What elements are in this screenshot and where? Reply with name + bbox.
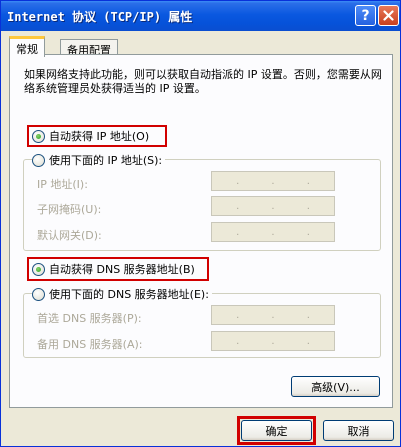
ok-button[interactable]: 确定 — [241, 420, 312, 441]
close-icon — [383, 10, 394, 21]
help-button[interactable]: ? — [355, 5, 376, 26]
radio-manual-ip[interactable]: 使用下面的 IP 地址(S): — [32, 152, 166, 168]
radio-auto-ip-label: 自动获得 IP 地址(O) — [49, 130, 150, 143]
title-bar[interactable]: Internet 协议 (TCP/IP) 属性 ? — [1, 1, 400, 31]
radio-auto-dns[interactable]: 自动获得 DNS 服务器地址(B) — [32, 261, 195, 277]
alternate-dns-label: 备用 DNS 服务器(A): — [37, 338, 143, 351]
radio-auto-ip-indicator[interactable] — [32, 129, 45, 143]
radio-auto-ip[interactable]: 自动获得 IP 地址(O) — [32, 128, 149, 144]
default-gateway-input[interactable]: ... — [211, 222, 335, 242]
tcpip-properties-dialog: Internet 协议 (TCP/IP) 属性 ? 常规 备用配置 如果网络支持… — [0, 0, 401, 447]
general-tab-panel: 如果网络支持此功能，则可以获取自动指派的 IP 设置。否则，您需要从网络系统管理… — [9, 54, 393, 408]
ip-address-input[interactable]: ... — [211, 171, 335, 191]
radio-manual-dns-indicator[interactable] — [32, 287, 45, 301]
radio-manual-dns-label: 使用下面的 DNS 服务器地址(E): — [49, 288, 209, 301]
window-title: Internet 协议 (TCP/IP) 属性 — [7, 10, 193, 24]
close-button[interactable] — [378, 5, 399, 26]
radio-manual-ip-indicator[interactable] — [32, 153, 45, 167]
radio-manual-ip-label: 使用下面的 IP 地址(S): — [49, 154, 163, 167]
radio-auto-dns-indicator[interactable] — [32, 262, 45, 276]
description-text: 如果网络支持此功能，则可以获取自动指派的 IP 设置。否则，您需要从网络系统管理… — [24, 68, 382, 95]
preferred-dns-input[interactable]: ... — [211, 305, 335, 325]
preferred-dns-label: 首选 DNS 服务器(P): — [37, 312, 142, 325]
subnet-mask-input[interactable]: ... — [211, 196, 335, 216]
advanced-button[interactable]: 高级(V)... — [291, 376, 380, 397]
radio-auto-dns-label: 自动获得 DNS 服务器地址(B) — [49, 263, 195, 276]
alternate-dns-input[interactable]: ... — [211, 331, 335, 351]
cancel-button[interactable]: 取消 — [323, 420, 394, 441]
ip-address-label: IP 地址(I): — [37, 178, 88, 191]
default-gateway-label: 默认网关(D): — [37, 229, 102, 242]
tab-general[interactable]: 常规 — [9, 36, 45, 57]
subnet-mask-label: 子网掩码(U): — [37, 203, 102, 216]
radio-manual-dns[interactable]: 使用下面的 DNS 服务器地址(E): — [32, 286, 212, 302]
